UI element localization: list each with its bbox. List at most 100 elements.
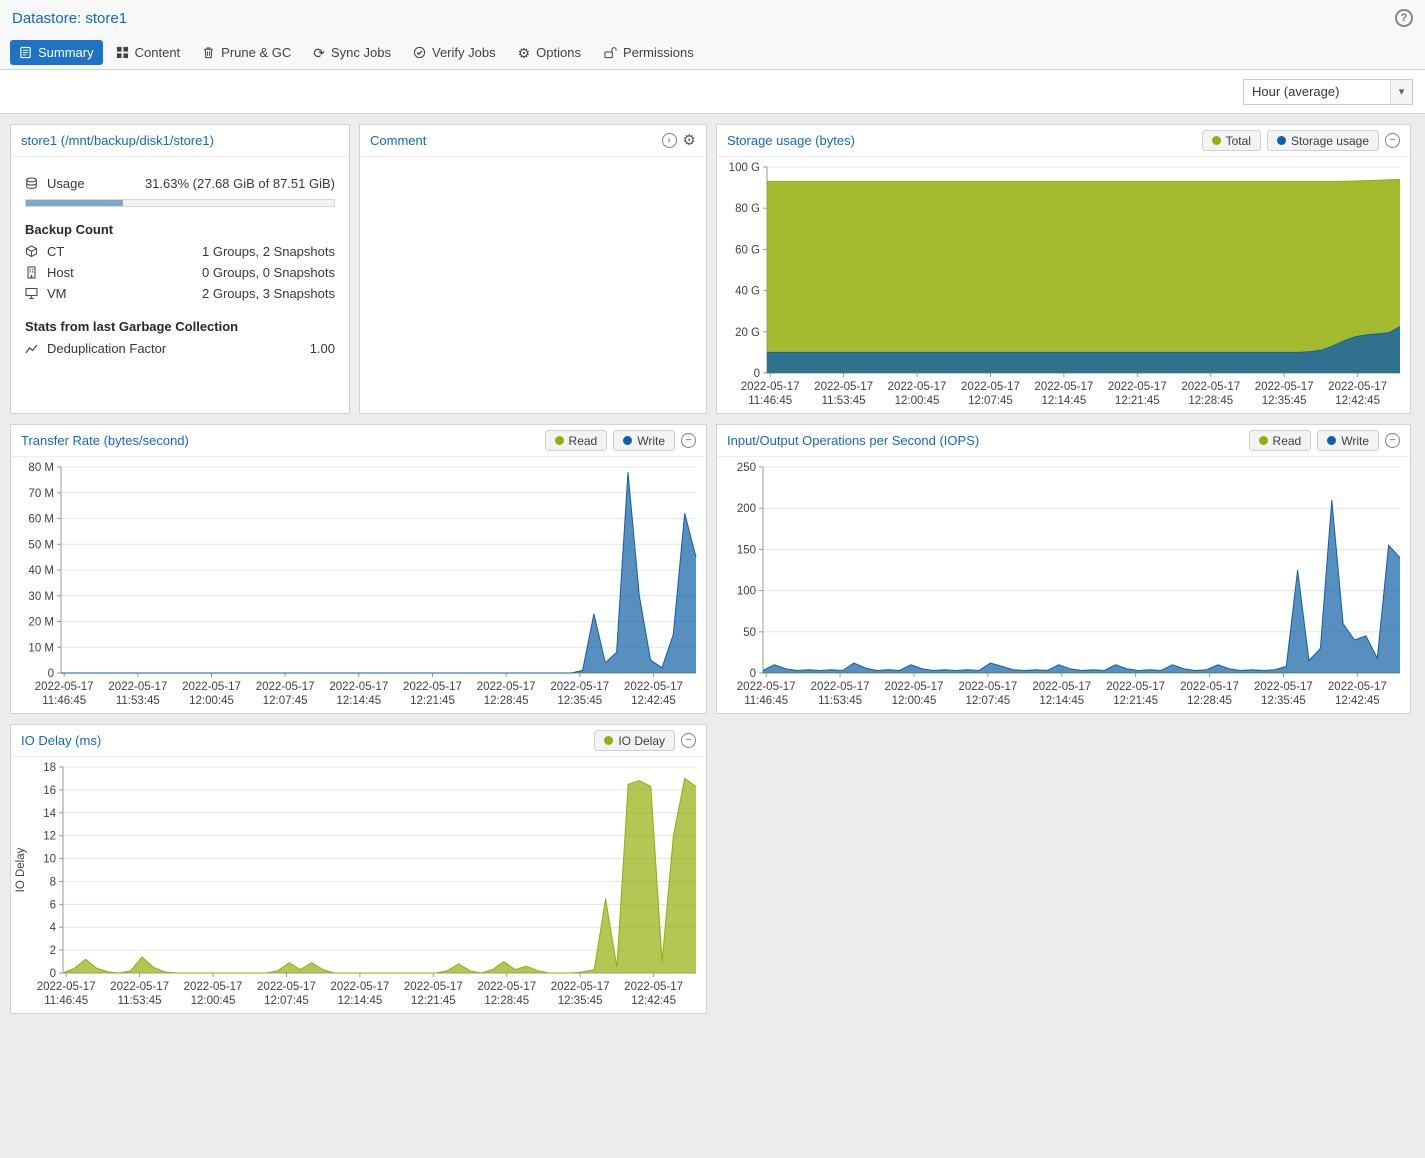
- legend-label: Write: [637, 434, 665, 448]
- svg-text:18: 18: [43, 762, 56, 774]
- svg-text:8: 8: [50, 876, 56, 888]
- panel-title: store1 (/mnt/backup/disk1/store1): [21, 133, 214, 148]
- legend-label: Storage usage: [1291, 134, 1369, 148]
- legend-dot: [604, 736, 613, 745]
- tab-label: Options: [536, 46, 581, 59]
- backup-count-heading: Backup Count: [25, 222, 335, 237]
- sync-icon: ⟳: [313, 46, 325, 60]
- legend-label: IO Delay: [618, 734, 665, 748]
- svg-text:2022-05-1712:35:45: 2022-05-1712:35:45: [1255, 381, 1314, 407]
- legend-item-read[interactable]: Read: [545, 430, 608, 451]
- svg-text:2022-05-1712:07:45: 2022-05-1712:07:45: [958, 681, 1017, 707]
- svg-text:2022-05-1711:46:45: 2022-05-1711:46:45: [741, 381, 800, 407]
- svg-text:2022-05-1712:07:45: 2022-05-1712:07:45: [961, 381, 1020, 407]
- svg-text:2022-05-1711:53:45: 2022-05-1711:53:45: [108, 681, 167, 707]
- chart-legend: Read Write −: [545, 430, 696, 451]
- row-3: IO Delay (ms) IO Delay − 181614121086420…: [10, 724, 1415, 1014]
- row-2: Transfer Rate (bytes/second) Read Write …: [10, 424, 1415, 714]
- svg-text:50 M: 50 M: [28, 539, 54, 551]
- svg-text:0: 0: [750, 668, 756, 680]
- panel-header: Input/Output Operations per Second (IOPS…: [717, 425, 1410, 457]
- svg-text:30 M: 30 M: [28, 591, 54, 603]
- page-title: Datastore: store1: [12, 10, 127, 27]
- svg-text:20 M: 20 M: [28, 617, 54, 629]
- host-value: 0 Groups, 0 Snapshots: [202, 265, 335, 280]
- summary-icon: [19, 46, 32, 59]
- panel-header: IO Delay (ms) IO Delay −: [11, 725, 706, 757]
- svg-text:6: 6: [50, 899, 56, 911]
- svg-text:2022-05-1712:00:45: 2022-05-1712:00:45: [182, 681, 241, 707]
- expand-chevron-icon[interactable]: ›: [662, 133, 677, 148]
- svg-text:12: 12: [43, 831, 56, 843]
- transfer-rate-chart: 80 M70 M60 M50 M40 M30 M20 M10 M02022-05…: [11, 457, 706, 713]
- iops-chart: 2502001501005002022-05-1711:46:452022-05…: [717, 457, 1410, 713]
- chart-toolbar: Hour (average) ▾: [0, 70, 1425, 114]
- verify-check-icon: [413, 46, 426, 59]
- svg-text:2022-05-1712:14:45: 2022-05-1712:14:45: [1034, 381, 1093, 407]
- tab-options[interactable]: ⚙ Options: [509, 40, 590, 66]
- svg-text:20 G: 20 G: [735, 327, 760, 339]
- legend-item-write[interactable]: Write: [613, 430, 675, 451]
- iops-panel: Input/Output Operations per Second (IOPS…: [716, 424, 1411, 714]
- timeframe-select[interactable]: Hour (average) ▾: [1243, 79, 1413, 105]
- legend-item-storage-usage[interactable]: Storage usage: [1267, 130, 1379, 151]
- chevron-down-icon: ▾: [1390, 80, 1412, 104]
- legend-item-read[interactable]: Read: [1249, 430, 1312, 451]
- panel-header: Transfer Rate (bytes/second) Read Write …: [11, 425, 706, 457]
- tab-prune-gc[interactable]: Prune & GC: [193, 40, 300, 65]
- collapse-icon[interactable]: −: [1385, 433, 1400, 448]
- collapse-icon[interactable]: −: [1385, 133, 1400, 148]
- svg-text:2022-05-1712:21:45: 2022-05-1712:21:45: [1108, 381, 1167, 407]
- storage-usage-panel: Storage usage (bytes) Total Storage usag…: [716, 124, 1411, 414]
- svg-text:16: 16: [43, 785, 56, 797]
- comment-body[interactable]: [360, 157, 706, 413]
- dedup-label: Deduplication Factor: [47, 341, 166, 356]
- collapse-icon[interactable]: −: [681, 733, 696, 748]
- tab-summary[interactable]: Summary: [10, 40, 103, 65]
- gear-icon[interactable]: ⚙: [683, 133, 696, 148]
- tab-verify-jobs[interactable]: Verify Jobs: [404, 40, 505, 65]
- legend-label: Read: [1273, 434, 1302, 448]
- svg-text:2022-05-1711:46:45: 2022-05-1711:46:45: [35, 681, 94, 707]
- panel-title: Input/Output Operations per Second (IOPS…: [727, 433, 979, 448]
- svg-text:2022-05-1711:46:45: 2022-05-1711:46:45: [737, 681, 796, 707]
- tab-label: Content: [135, 46, 181, 59]
- legend-item-write[interactable]: Write: [1317, 430, 1379, 451]
- usage-progress-bar: [25, 199, 335, 207]
- usage-row: Usage 31.63% (27.68 GiB of 87.51 GiB): [25, 173, 335, 194]
- chart-legend: IO Delay −: [594, 730, 696, 751]
- legend-item-io-delay[interactable]: IO Delay: [594, 730, 675, 751]
- svg-text:2022-05-1712:28:45: 2022-05-1712:28:45: [477, 681, 536, 707]
- svg-text:60 M: 60 M: [28, 514, 54, 526]
- svg-text:2022-05-1712:42:45: 2022-05-1712:42:45: [1328, 381, 1387, 407]
- svg-text:IO Delay: IO Delay: [15, 847, 27, 892]
- tab-label: Summary: [38, 46, 94, 59]
- svg-text:40 G: 40 G: [735, 286, 760, 298]
- legend-dot: [555, 436, 564, 445]
- svg-text:2022-05-1711:53:45: 2022-05-1711:53:45: [811, 681, 870, 707]
- svg-text:2022-05-1712:42:45: 2022-05-1712:42:45: [624, 681, 683, 707]
- tab-label: Sync Jobs: [331, 46, 391, 59]
- help-icon[interactable]: ?: [1395, 9, 1413, 27]
- svg-text:40 M: 40 M: [28, 565, 54, 577]
- legend-label: Write: [1341, 434, 1369, 448]
- panel-header: Storage usage (bytes) Total Storage usag…: [717, 125, 1410, 157]
- collapse-icon[interactable]: −: [681, 433, 696, 448]
- svg-text:2022-05-1712:21:45: 2022-05-1712:21:45: [403, 681, 462, 707]
- svg-text:80 M: 80 M: [28, 462, 54, 474]
- desktop-icon: [25, 287, 43, 300]
- svg-text:10: 10: [43, 854, 56, 866]
- panel-title: Transfer Rate (bytes/second): [21, 433, 189, 448]
- svg-text:150: 150: [737, 544, 756, 556]
- svg-text:2022-05-1712:42:45: 2022-05-1712:42:45: [1328, 681, 1387, 707]
- tab-permissions[interactable]: Permissions: [594, 40, 703, 65]
- cube-icon: [25, 245, 43, 258]
- svg-text:2022-05-1712:35:45: 2022-05-1712:35:45: [551, 981, 610, 1007]
- svg-text:14: 14: [43, 808, 56, 820]
- legend-item-total[interactable]: Total: [1202, 130, 1261, 151]
- svg-text:2022-05-1712:35:45: 2022-05-1712:35:45: [550, 681, 609, 707]
- svg-text:2022-05-1712:07:45: 2022-05-1712:07:45: [257, 981, 316, 1007]
- tab-sync-jobs[interactable]: ⟳ Sync Jobs: [304, 40, 400, 66]
- tab-content[interactable]: Content: [107, 40, 190, 65]
- gear-icon: ⚙: [518, 46, 531, 60]
